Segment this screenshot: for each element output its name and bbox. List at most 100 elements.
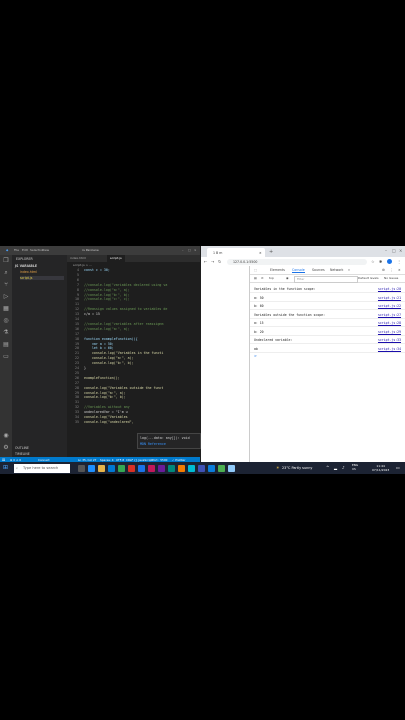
code-line[interactable]: console.log("a:", a); <box>84 356 134 360</box>
bookmark-star-icon[interactable]: ☆ <box>371 259 375 264</box>
windows-start-icon[interactable]: ⊞ <box>3 465 9 471</box>
code-line[interactable]: let b = 60; <box>84 346 114 350</box>
tooltip-mdn-link[interactable]: MDN Reference <box>140 442 166 446</box>
inspect-icon[interactable]: ⬚ <box>254 268 257 272</box>
console-source-link[interactable]: script.js:33 <box>378 338 401 342</box>
code-line[interactable]: //console.log("variables declared using … <box>84 283 167 287</box>
explorer-icon[interactable]: ❐ <box>3 258 9 264</box>
network-icon[interactable]: ▂ <box>334 465 337 470</box>
notification-icon[interactable]: ▭ <box>396 465 400 470</box>
console-source-link[interactable]: script.js:27 <box>378 313 401 317</box>
timeline-section[interactable]: TIMELINE <box>15 452 30 456</box>
extensions-puzzle-icon[interactable]: ✱ <box>379 259 382 264</box>
file-script-js[interactable]: script.js <box>20 276 64 280</box>
code-line[interactable]: const c = 30; <box>84 268 110 272</box>
tab-script-js[interactable]: script.js <box>107 255 125 262</box>
outline-section[interactable]: OUTLINE <box>15 446 29 450</box>
app-icon-6[interactable] <box>178 464 185 472</box>
run-debug-icon[interactable]: ▷ <box>3 294 9 300</box>
tray-chevron-icon[interactable]: ^ <box>326 465 329 470</box>
menu-edit[interactable]: Edit <box>22 248 28 252</box>
folder-js-variable[interactable]: JS VARIABLE <box>15 264 37 268</box>
devtools-close-icon[interactable]: × <box>398 268 401 272</box>
app-icon-1[interactable] <box>128 464 135 472</box>
console-prompt[interactable]: > <box>254 354 257 358</box>
tab-network[interactable]: Network <box>330 268 343 272</box>
code-line[interactable]: console.log("b:", b); <box>84 395 126 399</box>
tab-index-html[interactable]: index.html <box>67 255 89 262</box>
code-line[interactable]: //console.log("b:", b); <box>84 293 130 297</box>
menu-file[interactable]: File <box>14 248 19 252</box>
maximize-icon[interactable]: □ <box>188 248 191 252</box>
tab-elements[interactable]: Elements <box>270 268 285 272</box>
app-icon-3[interactable] <box>148 464 155 472</box>
clear-console-icon[interactable]: ⊘ <box>261 276 264 280</box>
sidebar-toggle-icon[interactable]: ▤ <box>254 276 257 280</box>
code-line[interactable]: c/a = 15 <box>84 312 100 316</box>
code-line[interactable]: //Variables without any <box>84 405 130 409</box>
devtools-menu-icon[interactable]: ⋮ <box>390 268 393 272</box>
console-filter-input[interactable]: Filter <box>294 276 358 283</box>
store-icon[interactable] <box>108 464 115 472</box>
taskbar-search-box[interactable]: ⌕ Type here to search <box>14 463 70 473</box>
profile-avatar[interactable] <box>387 259 392 264</box>
console-source-link[interactable]: script.js:28 <box>378 321 401 325</box>
back-icon[interactable]: ← <box>204 259 207 264</box>
browser-tab[interactable]: 1 B m × <box>207 248 265 257</box>
code-line[interactable]: //console.log("a:", a); <box>84 288 130 292</box>
volume-icon[interactable]: ♪ <box>342 465 345 470</box>
devtools-settings-icon[interactable]: ⚙ <box>382 268 385 272</box>
menu-view[interactable]: View <box>42 248 49 252</box>
chrome-icon[interactable] <box>118 464 125 472</box>
file-index-html[interactable]: index.html <box>20 270 37 274</box>
code-line[interactable]: console.log("Variables <box>84 415 128 419</box>
close-icon[interactable]: × <box>194 248 197 252</box>
code-line[interactable]: console.log("Variables in the functi <box>84 351 163 355</box>
code-line[interactable]: //console.log("c:", c); <box>84 297 130 301</box>
live-expression-icon[interactable]: ◉ <box>286 276 289 280</box>
app-icon-4[interactable] <box>158 464 165 472</box>
chrome-taskbar-icon[interactable] <box>218 464 225 472</box>
file-explorer-icon[interactable] <box>98 464 105 472</box>
console-source-link[interactable]: script.js:29 <box>378 330 401 334</box>
reload-icon[interactable]: ↻ <box>218 259 221 264</box>
chrome-menu-icon[interactable]: ⋮ <box>397 259 401 264</box>
log-levels-dropdown[interactable]: Default levels <box>358 276 379 280</box>
window-minimize-icon[interactable]: – <box>385 248 387 253</box>
new-tab-icon[interactable]: + <box>269 249 273 255</box>
console-source-link[interactable]: script.js:21 <box>378 296 401 300</box>
tab-sources[interactable]: Sources <box>312 268 325 272</box>
forward-icon[interactable]: → <box>211 259 214 264</box>
app-icon-5[interactable] <box>168 464 175 472</box>
code-line[interactable]: } <box>84 366 86 370</box>
code-line[interactable]: var a = 50; <box>84 342 114 346</box>
code-line[interactable]: console.log("a:", a); <box>84 391 126 395</box>
tab-console[interactable]: Console <box>292 268 305 273</box>
console-source-link[interactable]: script.js:20 <box>378 287 401 291</box>
app-icon-9[interactable] <box>228 464 235 472</box>
settings-gear-icon[interactable]: ⚙ <box>3 445 9 451</box>
code-line[interactable]: exampleFunction(); <box>84 376 120 380</box>
docker-icon[interactable]: ▤ <box>3 342 9 348</box>
app-icon-2[interactable] <box>138 464 145 472</box>
remote-icon[interactable]: ◎ <box>3 318 9 324</box>
account-icon[interactable]: ◉ <box>3 433 9 439</box>
code-line[interactable]: console.log("undeclared", <box>84 420 134 424</box>
code-line[interactable]: console.log("Variables outside the funct <box>84 386 163 390</box>
address-bar[interactable]: 127.0.0.1:5500 <box>227 258 367 265</box>
console-source-link[interactable]: script.js:22 <box>378 304 401 308</box>
app-icon-8[interactable] <box>198 464 205 472</box>
code-line[interactable]: console.log("b:", b); <box>84 361 134 365</box>
code-line[interactable]: //console.log("variables after reassignm <box>84 322 163 326</box>
issues-count[interactable]: No Issues <box>384 276 398 280</box>
code-line[interactable]: //console.log("a:", a); <box>84 327 130 331</box>
taskbar-clock[interactable]: 11:44 07/11/2023 <box>372 464 389 472</box>
extensions-icon[interactable]: ▦ <box>3 306 9 312</box>
console-source-link[interactable]: script.js:34 <box>378 347 401 351</box>
testing-icon[interactable]: ⚗ <box>3 330 9 336</box>
edge-icon[interactable] <box>88 464 95 472</box>
window-close-icon[interactable]: × <box>399 248 402 253</box>
search-icon[interactable]: ⌕ <box>3 270 9 276</box>
language-indicator[interactable]: ENG US <box>352 463 358 471</box>
app-icon-7[interactable] <box>188 464 195 472</box>
